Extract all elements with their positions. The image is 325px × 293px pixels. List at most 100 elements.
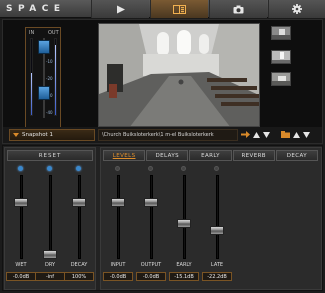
tab-reverb[interactable]: REVERB (232, 150, 275, 161)
arrow-right-icon (241, 131, 250, 138)
fader-value-field[interactable]: -22.2dB (202, 272, 232, 281)
play-icon (116, 5, 125, 13)
indicator-led[interactable] (148, 166, 153, 171)
thumbnail-image (272, 73, 290, 85)
open-folder-button[interactable] (281, 130, 290, 139)
space-plugin-window: SPACE IN OUT -10 -20 -40 Snapshot 1 \Chu… (0, 0, 325, 293)
in-out-mix-handle[interactable] (38, 40, 50, 54)
fader-label: DECAY (70, 262, 88, 268)
indicator-led[interactable] (115, 166, 120, 171)
mix-scale-label: -10 (46, 59, 53, 64)
fader-input: INPUT -0.0dB (103, 166, 133, 290)
detail-section: LEVELS DELAYS EARLY REVERB DECAY INPUT -0.0dB… (100, 147, 322, 290)
indicator-led[interactable] (47, 166, 52, 171)
tab-play[interactable] (91, 0, 149, 18)
snapshot-next-button[interactable] (302, 130, 311, 139)
tab-early[interactable]: EARLY (189, 150, 232, 161)
out-label: OUT (48, 30, 59, 36)
thumbnail-image (272, 51, 290, 63)
tab-camera[interactable] (209, 0, 267, 18)
fader-late: LATE -22.2dB (202, 166, 232, 290)
fader-value-field[interactable]: -15.1dB (169, 272, 199, 281)
fader-handle[interactable] (177, 218, 191, 228)
thumbnail-2[interactable] (271, 50, 291, 64)
impulse-path-text: \Church Buiksloterkerk\1 m-el Buiksloter… (102, 132, 214, 138)
fader-track[interactable] (20, 175, 23, 259)
snapshot-previous-button[interactable] (292, 130, 301, 139)
indicator-led[interactable] (214, 166, 219, 171)
fader-label: INPUT (110, 262, 126, 268)
arrow-down-icon (303, 131, 310, 138)
fader-value-field[interactable]: -0.0dB (136, 272, 166, 281)
arrow-up-icon (253, 131, 260, 138)
thumbnail-image (272, 27, 290, 39)
tab-delays[interactable]: DELAYS (146, 150, 189, 161)
fader-label: EARLY (176, 262, 192, 268)
snapshot-bar: Snapshot 1 \Church Buiksloterkerk\1 m-el… (3, 127, 322, 143)
fader-handle[interactable] (72, 197, 86, 207)
indicator-led[interactable] (76, 166, 81, 171)
fader-value-field[interactable]: -0.0dB (103, 272, 133, 281)
fader-handle[interactable] (144, 197, 158, 207)
in-out-level-handle[interactable] (38, 86, 50, 100)
snapshot-select[interactable]: Snapshot 1 (9, 129, 95, 141)
mix-scale-label: -20 (46, 76, 53, 81)
load-impulse-button[interactable] (241, 130, 250, 139)
indicator-led[interactable] (18, 166, 23, 171)
fader-track[interactable] (117, 175, 120, 259)
fader-handle[interactable] (14, 197, 28, 207)
camera-icon (233, 5, 244, 13)
in-meter-fill (31, 73, 32, 115)
thumbnail-1[interactable] (271, 26, 291, 40)
fader-track[interactable] (49, 175, 52, 259)
tab-levels[interactable]: LEVELS (103, 150, 146, 161)
main-levels-section: RESET WET -0.0dB DRY -inf DECAY 100% (4, 147, 96, 290)
fader-early: EARLY -15.1dB (169, 166, 199, 290)
fader-decay: DECAY 100% (64, 166, 94, 290)
thumbnail-3[interactable] (271, 72, 291, 86)
gear-icon (292, 4, 302, 14)
fader-track[interactable] (78, 175, 81, 259)
fader-handle[interactable] (210, 226, 224, 235)
fader-label: OUTPUT (140, 262, 162, 268)
panel-view-icon (173, 4, 186, 14)
in-meter (30, 38, 33, 116)
arrow-down-icon (263, 131, 270, 138)
impulse-previous-button[interactable] (252, 130, 261, 139)
fader-dry: DRY -inf (35, 166, 65, 290)
arrow-up-icon (293, 131, 300, 138)
indicator-led[interactable] (181, 166, 186, 171)
fader-value-field[interactable]: -inf (35, 272, 65, 281)
in-out-mixer: IN OUT 0-10-20-30-40 (25, 27, 61, 131)
visual-panel: IN OUT 0-10-20-30-40 (2, 19, 323, 144)
folder-icon (281, 131, 290, 138)
fader-handle[interactable] (111, 197, 125, 207)
fader-output: OUTPUT -0.0dB (136, 166, 166, 290)
impulse-next-button[interactable] (262, 130, 271, 139)
mix-scale-label: -40 (46, 110, 53, 115)
church-interior-image (99, 24, 259, 126)
fader-label: LATE (210, 262, 224, 268)
title-bar: SPACE (0, 0, 325, 18)
fader-wet: WET -0.0dB (6, 166, 36, 290)
room-photo (98, 23, 260, 127)
fader-value-field[interactable]: -0.0dB (6, 272, 36, 281)
fader-track[interactable] (150, 175, 153, 259)
fader-handle[interactable] (43, 250, 57, 259)
out-meter-fill (55, 45, 56, 115)
dropdown-arrow-icon (13, 133, 19, 137)
reset-button[interactable]: RESET (7, 150, 93, 161)
snapshot-name: Snapshot 1 (22, 132, 53, 138)
tab-decay[interactable]: DECAY (275, 150, 319, 161)
in-label: IN (29, 30, 35, 36)
fader-value-field[interactable]: 100% (64, 272, 94, 281)
tab-panels[interactable] (150, 0, 208, 18)
impulse-path[interactable]: \Church Buiksloterkerk\1 m-el Buiksloter… (98, 129, 238, 141)
detail-tabs: LEVELS DELAYS EARLY REVERB DECAY (103, 150, 319, 161)
out-meter (54, 38, 57, 116)
app-title: SPACE (6, 4, 66, 14)
tab-settings[interactable] (268, 0, 325, 18)
fader-track[interactable] (216, 175, 219, 259)
fader-track[interactable] (183, 175, 186, 259)
controls-panel: RESET WET -0.0dB DRY -inf DECAY 100% LEVELS DE… (2, 145, 323, 291)
